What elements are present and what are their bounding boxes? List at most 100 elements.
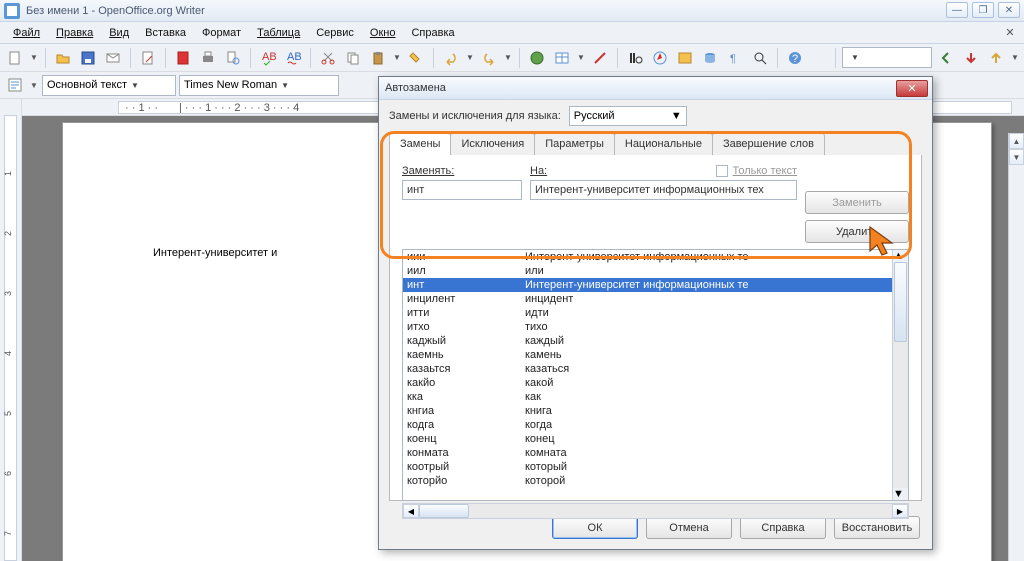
menu-format[interactable]: Формат [195, 25, 248, 41]
list-item[interactable]: интИнтерент-университет информационных т… [403, 278, 908, 292]
list-item[interactable]: итхотихо [403, 320, 908, 334]
list-item[interactable]: кнгиакнига [403, 404, 908, 418]
undo-dropdown[interactable]: ▼ [465, 53, 475, 62]
text-only-checkbox[interactable]: Только текст [714, 165, 797, 177]
hscroll-right[interactable]: ▶ [892, 504, 908, 518]
list-item[interactable]: инцилентинцидент [403, 292, 908, 306]
scroll-down-button[interactable]: ▼ [1009, 149, 1024, 165]
menu-doc-close[interactable]: ✕ [1002, 25, 1018, 41]
menu-file[interactable]: Файл [6, 25, 47, 41]
scroll-up-button[interactable]: ▲ [1009, 133, 1024, 149]
list-item[interactable]: иилили [403, 264, 908, 278]
vertical-scrollbar[interactable]: ▲ ▼ [1008, 133, 1024, 561]
email-button[interactable] [102, 47, 124, 69]
open-button[interactable] [52, 47, 74, 69]
list-item[interactable]: каджыйкаждый [403, 334, 908, 348]
menu-edit[interactable]: Правка [49, 25, 100, 41]
hscroll-left[interactable]: ◀ [403, 504, 419, 518]
new-button[interactable]: Заменить [805, 191, 909, 214]
restore-button[interactable]: ❐ [972, 2, 994, 18]
menu-table[interactable]: Таблица [250, 25, 307, 41]
nav-up-button[interactable] [985, 47, 1007, 69]
cancel-button[interactable]: Отмена [646, 516, 732, 539]
list-item[interactable]: казаьтсяказаться [403, 362, 908, 376]
list-item[interactable]: которйокоторой [403, 474, 908, 488]
navigator-button[interactable] [649, 47, 671, 69]
auto-spellcheck-button[interactable]: ABC [282, 47, 304, 69]
print-button[interactable] [197, 47, 219, 69]
close-button[interactable]: ✕ [998, 2, 1020, 18]
list-item[interactable]: иииИнтерент-университет информационных т… [403, 250, 908, 264]
menu-tools[interactable]: Сервис [309, 25, 361, 41]
zoom-button[interactable] [749, 47, 771, 69]
menu-help[interactable]: Справка [404, 25, 461, 41]
paste-dropdown[interactable]: ▼ [392, 53, 402, 62]
nav-prev-button[interactable] [935, 47, 957, 69]
tab-replace[interactable]: Замены [389, 133, 451, 155]
list-item[interactable]: коотрыйкоторый [403, 460, 908, 474]
tab-exceptions[interactable]: Исключения [450, 133, 535, 155]
redo-button[interactable] [478, 47, 500, 69]
list-scroll-up[interactable]: ▲ [893, 250, 908, 262]
data-sources-button[interactable] [699, 47, 721, 69]
nav-down-button[interactable] [960, 47, 982, 69]
delete-button[interactable]: Удалить [805, 220, 909, 243]
new-doc-button[interactable] [4, 47, 26, 69]
list-item[interactable]: конматакомната [403, 446, 908, 460]
list-item[interactable]: ккакак [403, 390, 908, 404]
nonprinting-button[interactable]: ¶ [724, 47, 746, 69]
list-item[interactable]: кодгакогда [403, 418, 908, 432]
dialog-close-button[interactable]: ✕ [896, 80, 928, 97]
list-scroll-down[interactable]: ▼ [893, 488, 908, 500]
language-select[interactable]: Русский▼ [569, 106, 687, 126]
font-name-select[interactable]: Times New Roman▼ [179, 75, 339, 96]
menu-view[interactable]: Вид [102, 25, 136, 41]
styles-dropdown[interactable]: ▼ [29, 81, 39, 90]
ok-button[interactable]: ОК [552, 516, 638, 539]
tab-options[interactable]: Параметры [534, 133, 615, 155]
help-button-dialog[interactable]: Справка [740, 516, 826, 539]
menu-insert[interactable]: Вставка [138, 25, 193, 41]
hscroll-thumb[interactable] [419, 504, 469, 518]
list-horizontal-scrollbar[interactable]: ◀ ▶ [402, 503, 909, 519]
replacement-list[interactable]: иииИнтерент-университет информационных т… [402, 249, 909, 501]
new-doc-dropdown[interactable]: ▼ [29, 53, 39, 62]
paste-button[interactable] [367, 47, 389, 69]
list-vertical-scrollbar[interactable]: ▲ ▼ [892, 250, 908, 500]
redo-dropdown[interactable]: ▼ [503, 53, 513, 62]
tab-localized[interactable]: Национальные [614, 133, 713, 155]
table-dropdown[interactable]: ▼ [576, 53, 586, 62]
help-button[interactable]: ? [784, 47, 806, 69]
pdf-button[interactable] [172, 47, 194, 69]
preview-button[interactable] [222, 47, 244, 69]
zoom-select[interactable]: ▼ [842, 47, 932, 68]
edit-doc-button[interactable] [137, 47, 159, 69]
list-item[interactable]: какйокакой [403, 376, 908, 390]
list-item[interactable]: иттиидти [403, 306, 908, 320]
find-button[interactable] [624, 47, 646, 69]
hyperlink-button[interactable] [526, 47, 548, 69]
list-item[interactable]: коенцконец [403, 432, 908, 446]
table-button[interactable] [551, 47, 573, 69]
cut-button[interactable] [317, 47, 339, 69]
styles-button[interactable] [4, 74, 26, 96]
gallery-button[interactable] [674, 47, 696, 69]
spellcheck-button[interactable]: ABC [257, 47, 279, 69]
replace-input[interactable]: инт [402, 180, 522, 200]
list-item[interactable]: каемнькамень [403, 348, 908, 362]
with-input[interactable]: Интерент-университет информационных тех [530, 180, 797, 200]
copy-button[interactable] [342, 47, 364, 69]
menu-window[interactable]: Окно [363, 25, 403, 41]
tab-completion[interactable]: Завершение слов [712, 133, 825, 155]
paragraph-style-select[interactable]: Основной текст▼ [42, 75, 176, 96]
format-paint-button[interactable] [405, 47, 427, 69]
save-button[interactable] [77, 47, 99, 69]
undo-button[interactable] [440, 47, 462, 69]
reset-button[interactable]: Восстановить [834, 516, 920, 539]
draw-button[interactable] [589, 47, 611, 69]
dialog-titlebar[interactable]: Автозамена ✕ [379, 77, 932, 100]
toolbar-overflow[interactable]: ▼ [1010, 53, 1020, 62]
minimize-button[interactable]: — [946, 2, 968, 18]
list-scroll-thumb[interactable] [894, 262, 907, 342]
svg-text:ABC: ABC [287, 51, 301, 63]
